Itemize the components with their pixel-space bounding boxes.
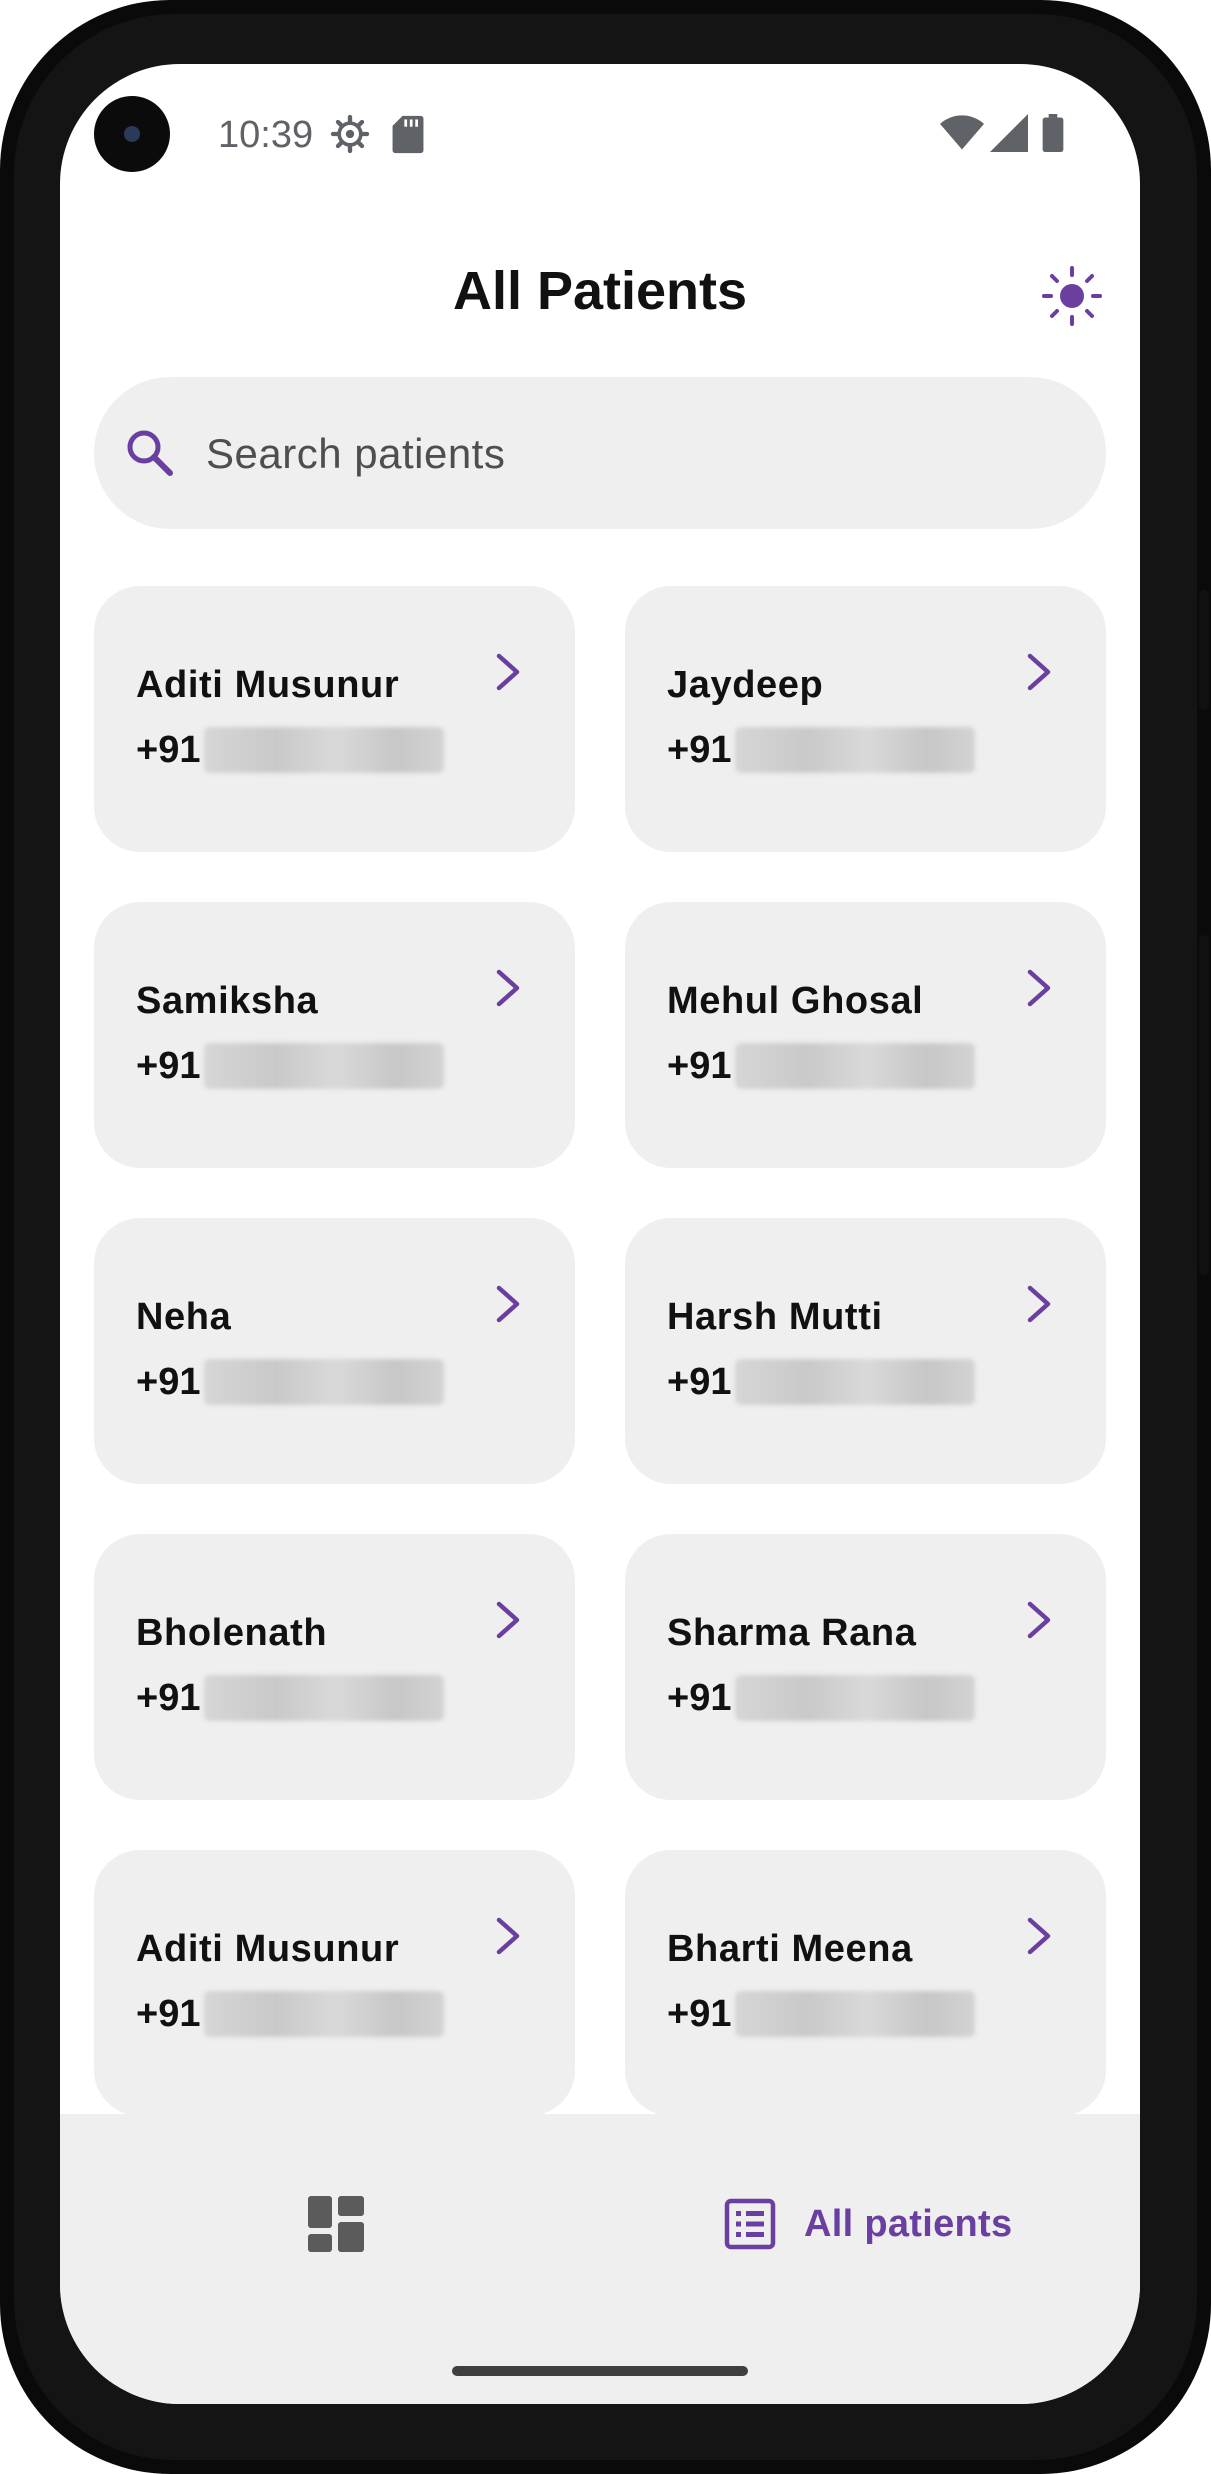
country-code: +91 bbox=[667, 1992, 732, 2035]
search-input[interactable] bbox=[204, 415, 1068, 493]
patient-card[interactable]: Bholenath +91 bbox=[94, 1534, 575, 1800]
blurred-number bbox=[735, 1359, 976, 1405]
page-title: All Patients bbox=[452, 261, 748, 321]
country-code: +91 bbox=[136, 1676, 201, 1719]
wifi-icon bbox=[940, 115, 984, 150]
theme-toggle-button[interactable] bbox=[1040, 264, 1104, 328]
patient-name: Jaydeep bbox=[667, 664, 824, 706]
patient-phone: +91 bbox=[136, 726, 445, 774]
country-code: +91 bbox=[667, 1676, 732, 1719]
patient-name: Neha bbox=[136, 1296, 232, 1338]
patient-phone: +91 bbox=[136, 1990, 445, 2038]
chevron-right-icon bbox=[1027, 1601, 1051, 1639]
patient-card[interactable]: Aditi Musunur +91 bbox=[94, 1850, 575, 2116]
chevron-right-icon bbox=[1027, 653, 1051, 691]
blurred-number bbox=[735, 727, 976, 773]
chevron-right-icon bbox=[496, 969, 520, 1007]
search-bar[interactable] bbox=[94, 377, 1106, 529]
patient-name: Bholenath bbox=[136, 1612, 328, 1654]
patient-phone: +91 bbox=[136, 1042, 445, 1090]
patient-name: Aditi Musunur bbox=[136, 664, 400, 706]
patient-phone: +91 bbox=[667, 1674, 976, 1722]
patient-card[interactable]: Bharti Meena +91 bbox=[625, 1850, 1106, 2116]
patient-name: Samiksha bbox=[136, 980, 319, 1022]
patient-card[interactable]: Harsh Mutti +91 bbox=[625, 1218, 1106, 1484]
patient-name: Bharti Meena bbox=[667, 1928, 913, 1970]
gesture-handle[interactable] bbox=[452, 2366, 748, 2376]
chevron-right-icon bbox=[1027, 1917, 1051, 1955]
front-camera bbox=[94, 96, 170, 172]
country-code: +91 bbox=[136, 1360, 201, 1403]
sd-card-icon bbox=[392, 115, 424, 154]
patient-phone: +91 bbox=[667, 726, 976, 774]
patient-card[interactable]: Sharma Rana +91 bbox=[625, 1534, 1106, 1800]
patient-card[interactable]: Aditi Musunur +91 bbox=[94, 586, 575, 852]
status-bar: 10:39 bbox=[60, 64, 1140, 204]
patient-card[interactable]: Neha +91 bbox=[94, 1218, 575, 1484]
patient-card[interactable]: Mehul Ghosal +91 bbox=[625, 902, 1106, 1168]
volume-button bbox=[1199, 590, 1209, 710]
patient-phone: +91 bbox=[136, 1358, 445, 1406]
app-bar: All Patients bbox=[60, 234, 1140, 354]
patient-card[interactable]: Jaydeep +91 bbox=[625, 586, 1106, 852]
patient-phone: +91 bbox=[136, 1674, 445, 1722]
settings-gear-icon bbox=[330, 114, 370, 154]
nav-all-patients-label: All patients bbox=[804, 2202, 1013, 2245]
bottom-navigation: All patients bbox=[60, 2114, 1140, 2404]
country-code: +91 bbox=[667, 1360, 732, 1403]
cellular-signal-icon bbox=[990, 114, 1028, 152]
patient-phone: +91 bbox=[667, 1990, 976, 2038]
nav-dashboard[interactable] bbox=[306, 2194, 366, 2254]
patient-card[interactable]: Samiksha +91 bbox=[94, 902, 575, 1168]
blurred-number bbox=[204, 1675, 445, 1721]
blurred-number bbox=[735, 1043, 976, 1089]
blurred-number bbox=[204, 1043, 445, 1089]
blurred-number bbox=[735, 1991, 976, 2037]
country-code: +91 bbox=[136, 1044, 201, 1087]
chevron-right-icon bbox=[496, 1285, 520, 1323]
sun-icon bbox=[1042, 266, 1102, 326]
country-code: +91 bbox=[136, 1992, 201, 2035]
country-code: +91 bbox=[667, 728, 732, 771]
chevron-right-icon bbox=[496, 1601, 520, 1639]
blurred-number bbox=[204, 727, 445, 773]
power-button bbox=[1199, 935, 1209, 1275]
chevron-right-icon bbox=[496, 1917, 520, 1955]
search-icon bbox=[127, 430, 173, 476]
patient-phone: +91 bbox=[667, 1042, 976, 1090]
country-code: +91 bbox=[667, 1044, 732, 1087]
blurred-number bbox=[204, 1991, 445, 2037]
battery-icon bbox=[1042, 114, 1064, 152]
patient-name: Aditi Musunur bbox=[136, 1928, 400, 1970]
patient-phone: +91 bbox=[667, 1358, 976, 1406]
blurred-number bbox=[204, 1359, 445, 1405]
phone-frame: 10:39 All Patients Search patients Aditi… bbox=[0, 0, 1211, 2474]
screen: 10:39 All Patients Search patients Aditi… bbox=[60, 64, 1140, 2404]
patient-name: Harsh Mutti bbox=[667, 1296, 883, 1338]
list-icon bbox=[724, 2198, 776, 2250]
chevron-right-icon bbox=[1027, 1285, 1051, 1323]
patient-name: Mehul Ghosal bbox=[667, 980, 924, 1022]
country-code: +91 bbox=[136, 728, 201, 771]
chevron-right-icon bbox=[1027, 969, 1051, 1007]
patient-name: Sharma Rana bbox=[667, 1612, 917, 1654]
blurred-number bbox=[735, 1675, 976, 1721]
dashboard-icon bbox=[308, 2196, 364, 2252]
nav-all-patients[interactable]: All patients bbox=[724, 2189, 1012, 2259]
chevron-right-icon bbox=[496, 653, 520, 691]
status-time: 10:39 bbox=[218, 114, 314, 156]
